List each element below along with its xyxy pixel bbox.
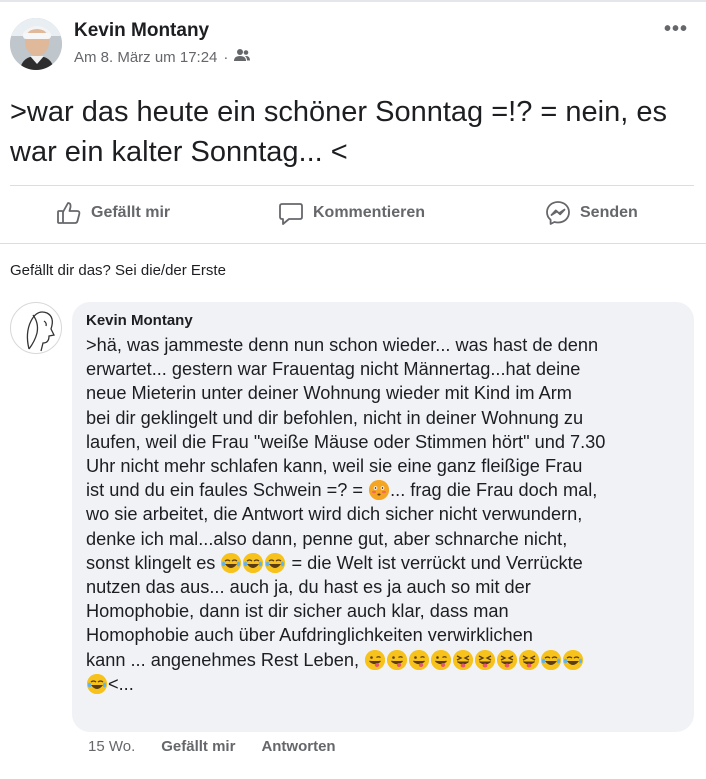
like-button[interactable]: Gefällt mir bbox=[56, 200, 170, 226]
send-label: Senden bbox=[580, 204, 638, 221]
joy-tears-emoji-icon bbox=[243, 552, 264, 573]
joy-tears-emoji-icon bbox=[221, 552, 242, 573]
comment-bubble: Kevin Montany >hä, was jammeste denn nun… bbox=[72, 302, 694, 732]
post-author-name[interactable]: Kevin Montany bbox=[74, 20, 209, 42]
reaction-prompt[interactable]: Gefällt dir das? Sei die/der Erste bbox=[10, 262, 226, 279]
commenter-avatar[interactable] bbox=[10, 302, 62, 354]
divider bbox=[0, 243, 706, 244]
winking-tongue-emoji-icon bbox=[431, 649, 452, 670]
winking-tongue-emoji-icon bbox=[365, 649, 386, 670]
more-options-icon[interactable]: ••• bbox=[664, 18, 688, 41]
comment-button[interactable]: Kommentieren bbox=[278, 200, 425, 226]
send-button[interactable]: Senden bbox=[545, 200, 638, 226]
friends-icon bbox=[234, 48, 251, 66]
post-timestamp[interactable]: Am 8. März um 17:24 bbox=[74, 49, 217, 66]
comment-text: >hä, was jammeste denn nun schon wieder.… bbox=[86, 333, 680, 696]
comment-icon bbox=[278, 200, 304, 226]
comment-text-part: >hä, was jammeste denn nun schon wieder.… bbox=[86, 335, 606, 501]
winking-tongue-emoji-icon bbox=[409, 649, 430, 670]
squinting-tongue-emoji-icon bbox=[497, 649, 518, 670]
comment-like-button[interactable]: Gefällt mir bbox=[161, 738, 235, 755]
squinting-tongue-emoji-icon bbox=[519, 649, 540, 670]
comment-author-name[interactable]: Kevin Montany bbox=[86, 312, 680, 329]
joy-tears-emoji-icon bbox=[265, 552, 286, 573]
squinting-tongue-emoji-icon bbox=[475, 649, 496, 670]
joy-tears-emoji-icon bbox=[87, 673, 107, 694]
post-text: >war das heute ein schöner Sonntag =!? =… bbox=[10, 96, 667, 168]
comment-time[interactable]: 15 Wo. bbox=[88, 738, 135, 755]
messenger-icon bbox=[545, 200, 571, 226]
post-actions: Gefällt mir Kommentieren Senden bbox=[10, 186, 694, 242]
joy-tears-emoji-icon bbox=[541, 649, 562, 670]
flushed-face-emoji-icon bbox=[369, 480, 390, 501]
comment-label: Kommentieren bbox=[313, 204, 426, 221]
like-label: Gefällt mir bbox=[91, 204, 171, 221]
post-meta: Am 8. März um 17:24 · bbox=[74, 48, 251, 66]
meta-separator: · bbox=[223, 48, 229, 66]
squinting-tongue-emoji-icon bbox=[453, 649, 474, 670]
comment-reply-button[interactable]: Antworten bbox=[261, 738, 335, 755]
joy-tears-emoji-icon bbox=[563, 649, 584, 670]
thumbs-up-icon bbox=[56, 200, 82, 226]
comment-text-part: <... bbox=[108, 673, 134, 694]
top-divider bbox=[0, 0, 706, 2]
winking-tongue-emoji-icon bbox=[387, 649, 408, 670]
comment-footer: 15 Wo. Gefällt mir Antworten bbox=[88, 738, 336, 755]
author-avatar[interactable] bbox=[10, 18, 62, 70]
post-header: Kevin Montany Am 8. März um 17:24 · ••• bbox=[10, 18, 696, 74]
